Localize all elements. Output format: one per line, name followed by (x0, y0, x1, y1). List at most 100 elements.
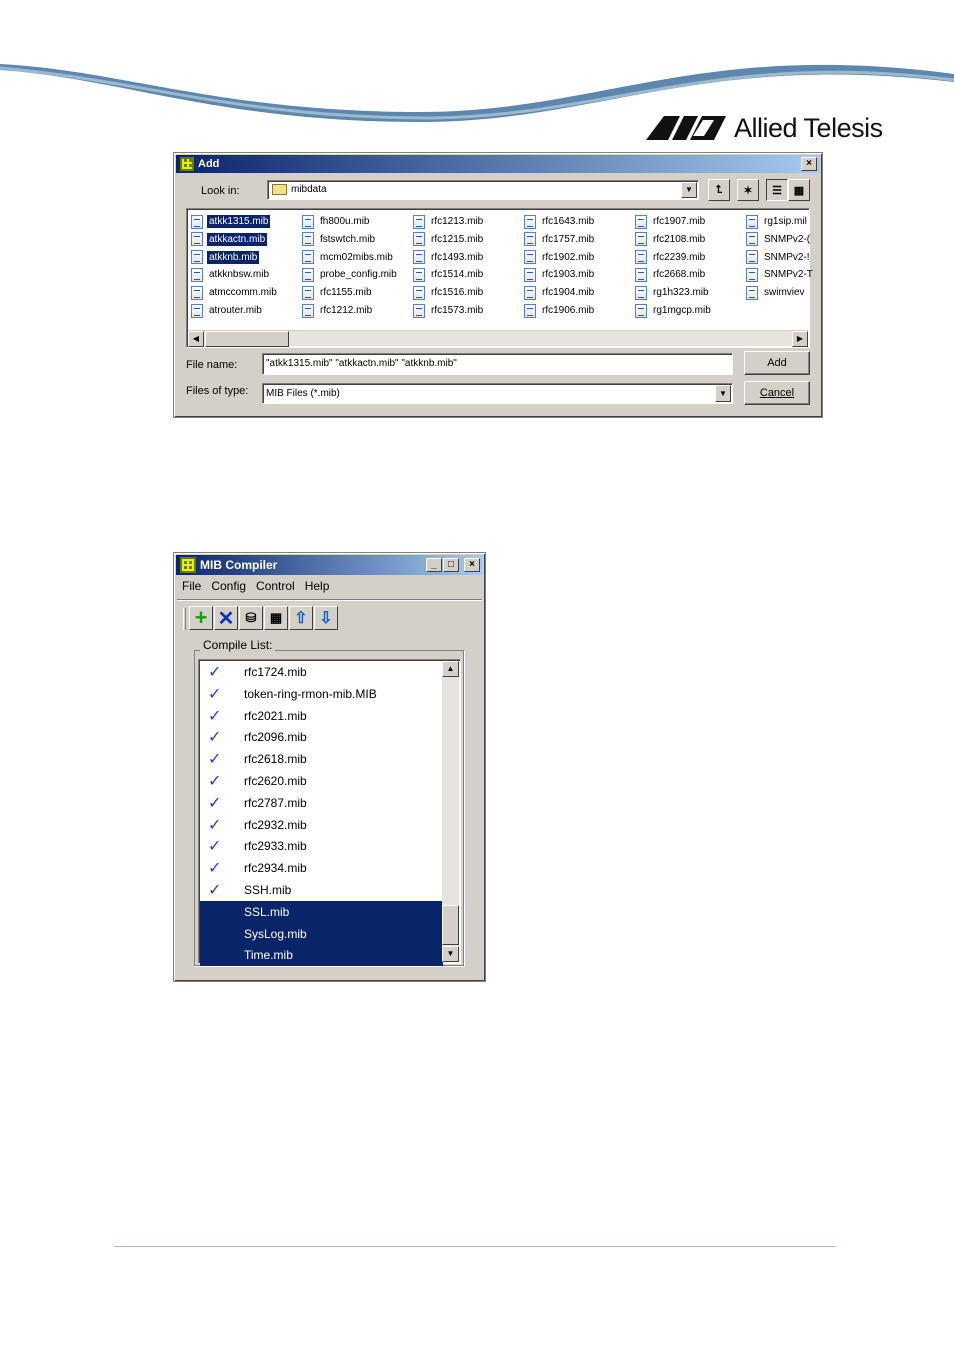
maximize-icon[interactable]: □ (443, 558, 459, 572)
scroll-right-icon[interactable]: ▶ (792, 331, 808, 347)
up-folder-icon[interactable]: ⮤ (708, 179, 730, 201)
move-up-icon[interactable]: ⇧ (289, 606, 313, 630)
minimize-icon[interactable]: _ (426, 558, 442, 572)
look-in-combo[interactable]: mibdata ▼ (267, 180, 699, 200)
chevron-down-icon[interactable]: ▼ (681, 182, 697, 198)
file-item[interactable]: rfc1516.mib (413, 284, 485, 301)
mib-file-icon (524, 214, 536, 229)
add-dialog-titlebar[interactable]: Add (176, 155, 820, 173)
close-icon[interactable]: × (801, 157, 817, 171)
file-item[interactable]: atrouter.mib (191, 302, 264, 319)
file-item[interactable]: rfc1907.mib (635, 213, 707, 230)
options-icon[interactable]: ▦ (264, 606, 288, 630)
list-item-label: SSH.mib (244, 883, 292, 897)
file-item[interactable]: fh800u.mib (302, 213, 371, 230)
move-down-icon[interactable]: ⇩ (314, 606, 338, 630)
file-item[interactable]: rfc2239.mib (635, 249, 707, 266)
list-item[interactable]: ✓ rfc2620.mib (200, 770, 443, 792)
scroll-up-icon[interactable]: ▲ (442, 661, 459, 677)
menu-help[interactable]: Help (300, 579, 335, 593)
file-item-label: rg1h323.mib (653, 287, 709, 299)
file-name-input[interactable]: "atkk1315.mib" "atkkactn.mib" "atkknb.mi… (262, 353, 733, 375)
list-item[interactable]: SysLog.mib (200, 922, 443, 945)
menu-config[interactable]: Config (206, 579, 251, 593)
list-item[interactable]: ✓ rfc2618.mib (200, 748, 443, 770)
file-item[interactable]: atkkactn.mib (191, 231, 268, 248)
file-item[interactable]: rfc1212.mib (302, 302, 374, 319)
mib-file-icon (746, 232, 758, 247)
mib-file-icon (191, 267, 203, 282)
new-folder-icon[interactable]: ✶ (737, 179, 759, 201)
list-item[interactable]: ✓ rfc2934.mib (200, 857, 443, 879)
horizontal-scrollbar[interactable]: ◀ ▶ (188, 330, 808, 347)
file-item[interactable]: probe_config.mib (302, 266, 399, 283)
mib-app-icon (180, 557, 196, 573)
menu-file[interactable]: File (177, 579, 206, 593)
file-item[interactable]: rfc1493.mib (413, 249, 485, 266)
list-item-label: rfc2932.mib (244, 817, 307, 832)
file-item[interactable]: SNMPv2-! (746, 249, 812, 266)
mib-file-icon (191, 285, 203, 300)
list-item[interactable]: ✓ rfc2932.mib (200, 814, 443, 836)
list-view-icon[interactable]: ☰ (766, 179, 788, 201)
add-icon[interactable]: + (189, 605, 213, 630)
file-item[interactable]: rfc2668.mib (635, 266, 707, 283)
file-item[interactable]: SNMPv2-( (746, 231, 812, 248)
scroll-down-icon[interactable]: ▼ (442, 946, 459, 962)
vertical-scrollbar[interactable]: ▲ ▼ (442, 661, 459, 962)
list-item[interactable]: ✓ SSH.mib (200, 879, 443, 901)
file-item[interactable]: rg1h323.mib (635, 284, 711, 301)
compile-icon[interactable]: ⛁ (239, 606, 263, 630)
list-item[interactable]: ✓ rfc1724.mib (200, 661, 443, 683)
file-item[interactable]: mcm02mibs.mib (302, 249, 395, 266)
file-item[interactable]: swimviev (746, 284, 807, 301)
list-item-label: rfc2933.mib (244, 839, 307, 854)
file-item[interactable]: atmccomm.mib (191, 284, 279, 301)
list-item[interactable]: ✓ rfc2021.mib (200, 705, 443, 727)
close-icon[interactable]: × (464, 558, 480, 572)
file-item[interactable]: rfc1573.mib (413, 302, 485, 319)
files-of-type-select[interactable]: MIB Files (*.mib) ▼ (262, 383, 733, 404)
list-item[interactable]: ✓ rfc2933.mib (200, 835, 443, 857)
file-list[interactable]: atkk1315.mib atkkactn.mib atkknb.mib atkknb… (186, 208, 813, 348)
scroll-thumb[interactable] (205, 331, 289, 347)
file-item[interactable]: rfc1213.mib (413, 213, 485, 230)
checkmark-icon: ✓ (208, 882, 222, 899)
file-item[interactable]: rfc1514.mib (413, 266, 485, 283)
file-item[interactable]: rg1mgcp.mib (635, 302, 713, 319)
file-item[interactable]: fstswtch.mib (302, 231, 377, 248)
compile-list[interactable]: ✓ rfc1724.mib ✓ token-ring-rmon-mib.MIB ✓ rfc… (198, 659, 461, 967)
file-item[interactable]: rfc1906.mib (524, 302, 596, 319)
scroll-thumb[interactable] (442, 905, 459, 945)
mib-file-icon (524, 232, 536, 247)
details-view-icon[interactable]: ▦ (788, 179, 810, 201)
file-item[interactable]: atkknbsw.mib (191, 266, 271, 283)
chevron-down-icon[interactable]: ▼ (715, 385, 731, 402)
file-item[interactable]: rfc1757.mib (524, 231, 596, 248)
list-item[interactable]: SSL.mib (200, 900, 443, 923)
file-item[interactable]: rfc1155.mib (302, 284, 374, 301)
file-item[interactable]: rfc1643.mib (524, 213, 596, 230)
menu-control[interactable]: Control (251, 579, 300, 593)
scroll-left-icon[interactable]: ◀ (188, 331, 204, 347)
mib-file-icon (524, 250, 536, 265)
file-item[interactable]: rg1sip.mil (746, 213, 809, 230)
file-item[interactable]: SNMPv2-T (746, 266, 815, 283)
file-item[interactable]: rfc2108.mib (635, 231, 707, 248)
checkmark-icon: ✓ (208, 707, 222, 725)
file-item[interactable]: rfc1904.mib (524, 284, 596, 301)
file-item[interactable]: rfc1215.mib (413, 231, 485, 248)
file-item[interactable]: rfc1903.mib (524, 266, 596, 283)
file-item[interactable]: rfc1902.mib (524, 249, 596, 266)
list-item[interactable]: Time.mib (200, 944, 443, 967)
list-item-label: SysLog.mib (244, 926, 307, 941)
list-item[interactable]: ✓ token-ring-rmon-mib.MIB (200, 683, 443, 705)
remove-icon[interactable]: ✕ (214, 606, 238, 630)
file-item[interactable]: atkknb.mib (191, 249, 260, 266)
mib-app-icon (180, 157, 194, 171)
cancel-button[interactable]: Cancel (744, 381, 810, 405)
add-button[interactable]: Add (744, 351, 810, 375)
list-item[interactable]: ✓ rfc2787.mib (200, 792, 443, 814)
list-item[interactable]: ✓ rfc2096.mib (200, 726, 443, 748)
file-item[interactable]: atkk1315.mib (191, 213, 271, 230)
